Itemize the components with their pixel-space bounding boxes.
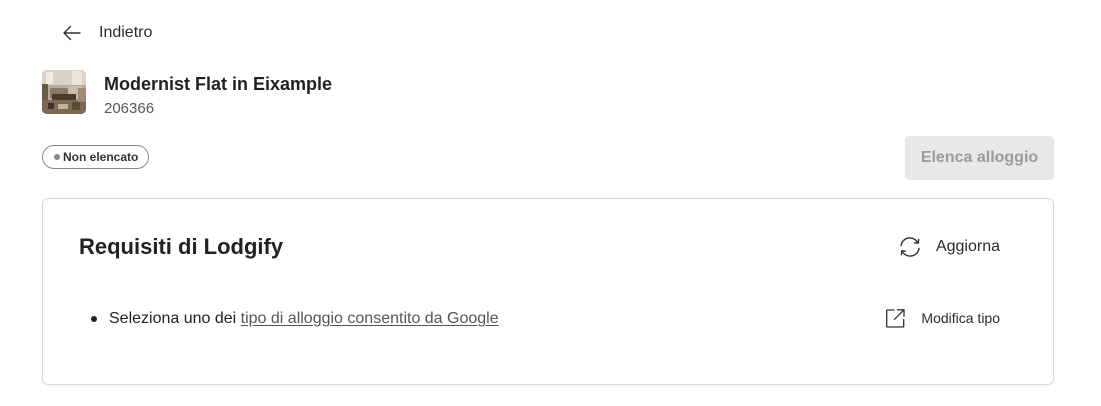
status-label: Non elencato	[63, 150, 139, 164]
refresh-icon	[900, 237, 920, 257]
requirements-list: Seleziona uno dei tipo di alloggio conse…	[91, 307, 499, 331]
property-thumbnail	[42, 70, 86, 114]
property-header: Modernist Flat in Eixample 206366	[42, 70, 332, 120]
property-name: Modernist Flat in Eixample	[104, 74, 333, 94]
bullet-icon	[91, 316, 97, 322]
allowed-property-type-link[interactable]: tipo di alloggio consentito da Google	[241, 307, 499, 331]
back-link[interactable]: Indietro	[62, 20, 152, 46]
external-link-icon	[886, 308, 906, 328]
page: Indietro Modernist Flat in Eixample 2063…	[0, 0, 1101, 406]
refresh-label: Aggiorna	[935, 238, 1000, 255]
requirements-title: Requisiti di Lodgify	[79, 234, 284, 259]
arrow-left-icon	[63, 25, 81, 41]
edit-type-label: Modifica tipo	[921, 310, 1000, 326]
edit-type-button[interactable]: Modifica tipo	[885, 306, 1000, 330]
status-badge: Non elencato	[42, 145, 150, 169]
property-id: 206366	[104, 100, 155, 117]
status-dot-icon	[54, 154, 60, 160]
property-info: Modernist Flat in Eixample 206366	[104, 70, 332, 120]
requirements-card: Requisiti di Lodgify Aggiorna Seleziona …	[42, 198, 1054, 385]
list-property-button[interactable]: Elenca alloggio	[905, 136, 1054, 180]
requirement-text: Seleziona uno dei	[109, 310, 241, 327]
back-label: Indietro	[99, 24, 153, 41]
list-item: Seleziona uno dei tipo di alloggio conse…	[91, 307, 499, 331]
refresh-button[interactable]: Aggiorna	[897, 234, 1000, 260]
